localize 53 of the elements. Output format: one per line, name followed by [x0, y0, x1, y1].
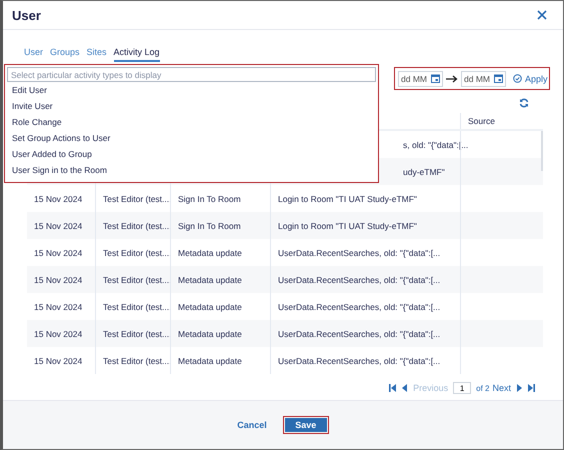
table-cell: Metadata update: [178, 302, 242, 312]
table-cell: 15 Nov 2024: [34, 194, 82, 204]
table-cell: UserData.RecentSearches, old: "{"data":[...: [278, 302, 440, 312]
table-cell: Metadata update: [178, 274, 242, 284]
menu-option[interactable]: Edit User: [7, 82, 376, 98]
page-count: of 2: [476, 384, 490, 392]
table-cell: Test Editor (test....: [103, 194, 172, 204]
table-cell: 15 Nov 2024: [34, 220, 82, 230]
table-cell: Test Editor (test....: [103, 328, 172, 338]
date-field[interactable]: dd MM: [398, 70, 443, 86]
tab[interactable]: Sites: [86, 47, 107, 62]
table-cell: Login to Room "TI UAT Study-eTMF": [278, 220, 417, 230]
date-input[interactable]: dd MM: [464, 74, 493, 84]
table-cell: 15 Nov 2024: [34, 302, 82, 312]
table-cell: UserData.RecentSearches, old: "{"data":[...: [278, 274, 440, 284]
table-cell: 15 Nov 2024: [34, 274, 82, 284]
tab[interactable]: Activity Log: [114, 47, 160, 62]
menu-option[interactable]: Invite User: [7, 98, 376, 114]
date-input[interactable]: dd MM: [401, 74, 430, 84]
column-header: Source: [468, 116, 495, 126]
page-field[interactable]: 1: [453, 382, 472, 394]
table-cell: UserData.RecentSearches, old: "{"data":[...: [278, 248, 440, 258]
table-cell: Metadata update: [178, 328, 242, 338]
table-cell: Metadata update: [178, 356, 242, 366]
dialog-title: User: [12, 8, 41, 22]
table-cell: 15 Nov 2024: [34, 356, 82, 366]
table-cell: UserData.RecentSearches, old: "{"data":[...: [278, 328, 440, 338]
tab[interactable]: Groups: [50, 47, 80, 62]
menu-option[interactable]: User Added to Group: [7, 146, 376, 162]
table-cell: Test Editor (test....: [103, 302, 172, 312]
date-field[interactable]: dd MM: [461, 70, 506, 86]
cancel-link[interactable]: Cancel: [237, 420, 267, 430]
table-cell: Sign In To Room: [178, 194, 241, 204]
table-cell: UserData.RecentSearches, old: "{"data":[...: [278, 356, 440, 366]
table-cell: Login to Room "TI UAT Study-eTMF": [278, 194, 417, 204]
table-cell: Test Editor (test....: [103, 248, 172, 258]
apply-button[interactable]: Apply: [511, 74, 550, 84]
table-cell: 15 Nov 2024: [34, 328, 82, 338]
menu-option[interactable]: Set Group Actions to User: [7, 130, 376, 146]
table-cell: Test Editor (test....: [103, 220, 172, 230]
table-cell: Test Editor (test....: [103, 274, 172, 284]
table-cell: Test Editor (test....: [103, 356, 172, 366]
filter-field[interactable]: Select particular activity types to display: [7, 67, 376, 82]
menu-option[interactable]: User Sign in to the Room: [7, 162, 376, 178]
table-cell: s, old: "{"data":[...: [403, 140, 468, 150]
table-cell: Sign In To Room: [178, 220, 241, 230]
table-cell: udy-eTMF": [403, 166, 445, 176]
table-cell: Metadata update: [178, 248, 242, 258]
next-link[interactable]: Next: [492, 383, 511, 393]
table-cell: 15 Nov 2024: [34, 248, 82, 258]
save-button[interactable]: Save: [284, 418, 327, 432]
tab[interactable]: User: [24, 47, 44, 62]
menu-option[interactable]: Role Change: [7, 114, 376, 130]
